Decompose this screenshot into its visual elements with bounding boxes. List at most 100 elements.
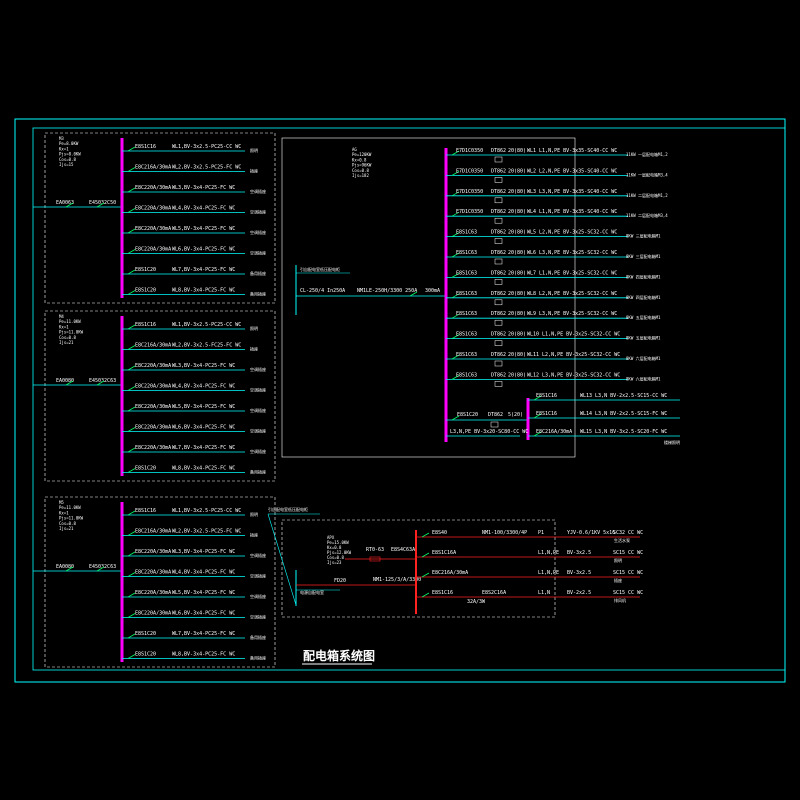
main-branch-cable-label: WL1 L1,N,PE BV-3x35-SC40-CC WC xyxy=(527,148,617,154)
main-branch-load-label: 8KW 六层配电箱M1 xyxy=(626,355,661,361)
branch-switch-icon xyxy=(127,531,136,536)
branch-cable-label: WL6,BV-3x4-PC25-FC WC xyxy=(172,247,235,253)
branch-breaker-label: E8S1C20 xyxy=(135,631,156,637)
panel-header-line: Ijs=15 xyxy=(59,162,74,167)
pump-branch-switch-icon xyxy=(421,572,430,578)
main-branch-load-label: 11KW 二层配电箱M1,2 xyxy=(626,192,668,198)
spare-cable-label: L3,N,PE BV-3x20-SC80-CC WC xyxy=(450,429,528,435)
incoming-breaker-label: EA0080 xyxy=(56,564,74,570)
branch-cable-label: WL5,BV-3x4-PC25-FC WC xyxy=(172,226,235,232)
branch-breaker-label: E8C220A/30mA xyxy=(135,404,171,410)
main-branch-breaker-label: E7D1C0350 xyxy=(456,209,483,215)
incoming-rcd-label: E45032C63 xyxy=(89,378,116,384)
branch-load-label: 照明 xyxy=(250,512,258,517)
branch-switch-icon xyxy=(127,551,136,557)
main-header-line: Ijs=182 xyxy=(352,173,369,178)
meter-icon xyxy=(494,299,503,306)
panels-layer: M3Pe=8.0KWKx=1Pjs=8.0KWCos=0.8Ijs=15EA00… xyxy=(33,132,276,668)
branch-cable-label: WL7,BV-3x4-PC25-FC WC xyxy=(172,631,235,637)
pump-main-breaker-label: NM1-125/3/A/3300 xyxy=(373,577,421,583)
branch-cable-label: WL2,BV-3x2.5-PC25-FC WC xyxy=(172,529,241,535)
pump-branch-load-label: 插座 xyxy=(614,577,622,583)
branch-load-label: 空调插座 xyxy=(250,573,266,579)
panel-header-line: Ijs=21 xyxy=(59,340,74,345)
branch-switch-icon xyxy=(127,572,136,577)
panel-2: M4Pe=11.0KWKx=1Pjs=11.0KWCos=0.8Ijs=21EA… xyxy=(33,310,276,482)
pump-branch-load-label: 照明 xyxy=(614,558,622,563)
branch-load-label: 插座 xyxy=(250,532,258,538)
branch-breaker-label: E8S1C16 xyxy=(135,144,156,150)
main-branch-load-label: 8KW 三层配电箱M1 xyxy=(626,253,661,259)
pump-branch-phase-label: P1 xyxy=(538,530,544,536)
main-branch-cable-label: WL5 L2,N,PE BV-3x25-SC32-CC WC xyxy=(527,230,617,236)
meter-icon xyxy=(494,381,503,387)
main-branch-breaker-label: E7D1C0350 xyxy=(456,189,483,195)
pump-rcd-label: E8S4C63A xyxy=(391,547,415,553)
pump-branch-switch-icon xyxy=(421,592,430,598)
incoming-rcd-label: E45032C50 xyxy=(89,200,116,206)
branch-cable-label: WL4,BV-3x4-PC25-FC WC xyxy=(172,206,235,212)
branch-switch-icon xyxy=(127,146,136,152)
main-branch-cable-label: WL4 L1,N,PE BV-3x35-SC40-CC WC xyxy=(527,209,617,215)
main-branch-meter-label: DT862 xyxy=(491,270,506,276)
branch-load-label: 备用插座 xyxy=(250,291,266,297)
main-branch-cable-label: WL3 L3,N,PE BV-3x35-SC40-CC WC xyxy=(527,189,617,195)
pump-branch-conduit-label: SC32 CC WC xyxy=(613,530,643,536)
main-branch-ct-label: 20(80) xyxy=(508,230,526,236)
pump-branch-switch-icon xyxy=(421,532,430,538)
main-branch-ct-label: 20(80) xyxy=(508,270,526,276)
pump-distribution-panel: APXPe=15.0KWKx=0.8Pjs=12.0KWCos=0.8Ijs=2… xyxy=(267,506,643,618)
main-branch-breaker-label: E8S1C63 xyxy=(456,230,477,236)
branch-switch-icon xyxy=(127,447,136,453)
main-branch-meter-label: DT862 xyxy=(491,352,506,358)
branch-load-label: 空调插座 xyxy=(250,593,266,599)
incoming-rcd-label: E45032C63 xyxy=(89,564,116,570)
branch-cable-label: WL7,BV-3x4-PC25-FC WC xyxy=(172,267,235,273)
pump-branch-phase-label: L1,N xyxy=(538,590,550,596)
pump-branch-load-label: 排风机 xyxy=(614,597,626,603)
incoming-breaker-label: EA0063 xyxy=(56,200,74,206)
branch-cable-label: WL2,BV-3x2.5-FC25-FC WC xyxy=(172,343,241,349)
pump-branch-cable-label: BV-3x2.5 xyxy=(567,570,591,576)
branch-switch-icon xyxy=(127,345,136,350)
pump-branch-switch-icon xyxy=(421,552,430,558)
branch-load-label: 空调插座 xyxy=(250,448,266,454)
branch-breaker-label: E8C216A/30mA xyxy=(135,165,171,171)
branch-cable-label: WL1,BV-3x2.5-PC25-CC WC xyxy=(172,322,241,328)
incoming-breaker-label: EA0080 xyxy=(56,378,74,384)
branch-cable-label: WL5,BV-3x4-PC25-FC WC xyxy=(172,590,235,596)
branch-cable-label: WL8,BV-3x4-PC25-FC WC xyxy=(172,288,235,294)
branch-load-label: 空调插座 xyxy=(250,614,266,620)
branch-switch-icon xyxy=(127,633,136,639)
panel-3: M5Pe=11.0KWKx=1Pjs=11.0KWCos=0.8Ijs=21EA… xyxy=(33,496,276,668)
pump-source-label: 引自配电室低压配电柜 xyxy=(268,506,308,512)
pump-branch-cable-label: YJV-0.6/1KV 5x16 xyxy=(567,530,615,536)
branch-breaker-label: E8C220A/30mA xyxy=(135,445,171,451)
branch-switch-icon xyxy=(127,468,136,473)
main-branch-breaker-label: E8S1C63 xyxy=(456,291,477,297)
pump-branch-breaker-label: E8S1C16 xyxy=(432,590,453,596)
branch-switch-icon xyxy=(127,365,136,371)
branch-switch-icon xyxy=(127,187,136,193)
branch-load-label: 空调插座 xyxy=(250,387,266,393)
main-branch-ct-label: 20(80) xyxy=(508,189,526,195)
main-distribution-panel: AGPe=120KWKx=0.8Pjs=96KWCos=0.8Ijs=182引自… xyxy=(281,137,680,458)
main-branch-meter-label: DT862 xyxy=(491,189,506,195)
branch-breaker-label: E8C220A/30mA xyxy=(135,384,171,390)
meter-icon xyxy=(494,279,503,285)
branch-breaker-label: E8C220A/30mA xyxy=(135,570,171,576)
main-branch-breaker-label: E8S1C63 xyxy=(456,311,477,317)
branch-breaker-label: E8C220A/30mA xyxy=(135,226,171,232)
branch-load-label: 空调插座 xyxy=(250,407,266,413)
branch-breaker-label: E8C216A/30mA xyxy=(135,529,171,535)
sub-branch-breaker-label: E8C216A/30mA xyxy=(536,429,572,435)
pump-branch-phase-label: L1,N,PE xyxy=(538,550,559,556)
branch-switch-icon xyxy=(127,208,136,213)
main-branch-breaker-label: E8S1C63 xyxy=(456,372,477,378)
branch-cable-label: WL6,BV-3x4-PC25-FC WC xyxy=(172,611,235,617)
branch-breaker-label: E8S1C16 xyxy=(135,322,156,328)
panel-frame xyxy=(44,310,276,482)
branch-load-label: 备用插座 xyxy=(250,469,266,475)
meter-icon xyxy=(494,238,503,244)
panel-header-line: Ijs=21 xyxy=(59,526,74,531)
